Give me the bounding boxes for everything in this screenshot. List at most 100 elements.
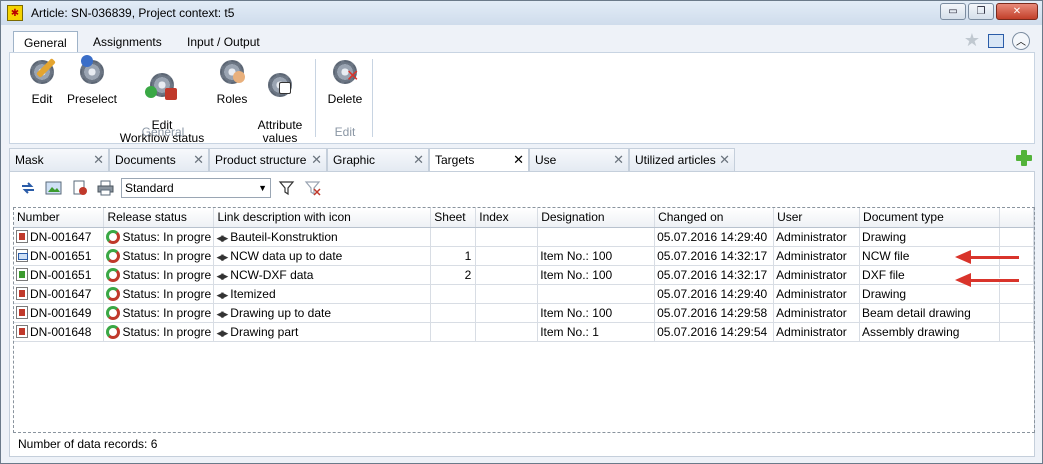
cell-document-type[interactable]: Assembly drawing <box>859 322 1000 342</box>
cell-user[interactable]: Administrator <box>773 246 861 266</box>
image-icon[interactable] <box>45 180 63 196</box>
cell-user[interactable]: Administrator <box>773 265 861 285</box>
window-layout-icon[interactable] <box>988 33 1004 48</box>
print-icon[interactable] <box>97 180 115 196</box>
filter-icon[interactable] <box>278 180 296 196</box>
column-header-number[interactable]: Number <box>14 208 105 228</box>
column-header-designation[interactable]: Designation <box>537 208 656 228</box>
cell-link-description[interactable]: ◀▶ Bauteil-Konstruktion <box>213 227 432 247</box>
cell-sheet[interactable]: 1 <box>430 246 477 266</box>
cell-designation[interactable]: Item No.: 1 <box>537 322 656 342</box>
close-tab-icon[interactable]: ✕ <box>613 149 624 171</box>
maximize-button[interactable]: ❐ <box>968 3 994 20</box>
tab-graphic[interactable]: Graphic ✕ <box>327 148 429 171</box>
cell-document-type[interactable]: Drawing <box>859 227 1000 247</box>
cell-user[interactable]: Administrator <box>773 227 861 247</box>
column-header-release-status[interactable]: Release status <box>103 208 215 228</box>
tab-mask[interactable]: Mask ✕ <box>9 148 109 171</box>
column-header-user[interactable]: User <box>773 208 861 228</box>
tab-use[interactable]: Use ✕ <box>529 148 629 171</box>
tab-product-structure[interactable]: Product structure ✕ <box>209 148 327 171</box>
cell-link-description[interactable]: ◀▶ NCW data up to date <box>213 246 432 266</box>
tab-targets[interactable]: Targets ✕ <box>429 148 529 171</box>
cell-sheet[interactable] <box>430 303 477 323</box>
tab-utilized-articles[interactable]: Utilized articles ✕ <box>629 148 735 171</box>
cell-changed-on[interactable]: 05.07.2016 14:32:17 <box>654 246 775 266</box>
close-tab-icon[interactable]: ✕ <box>93 149 104 171</box>
cell-release-status[interactable]: Status: In progre <box>103 322 215 342</box>
table-row[interactable]: DN-001649 Status: In progre ◀▶ Drawing up t… <box>14 303 1035 323</box>
cell-link-description[interactable]: ◀▶ NCW-DXF data <box>213 265 432 285</box>
table-row[interactable]: DN-001651 Status: In progre ◀▶ NCW-DXF data… <box>14 265 1035 285</box>
tab-documents[interactable]: Documents ✕ <box>109 148 209 171</box>
table-row[interactable]: DN-001647 Status: In progre ◀▶ Bauteil-Kons… <box>14 227 1035 247</box>
column-header-sheet[interactable]: Sheet <box>430 208 477 228</box>
cell-release-status[interactable]: Status: In progre <box>103 246 215 266</box>
cell-changed-on[interactable]: 05.07.2016 14:29:40 <box>654 284 775 304</box>
cell-index[interactable] <box>475 265 539 285</box>
add-tab-icon[interactable] <box>1015 149 1033 167</box>
collapse-ribbon-icon[interactable]: ︿ <box>1012 31 1030 50</box>
close-tab-icon[interactable]: ✕ <box>513 149 524 171</box>
cell-sheet[interactable] <box>430 322 477 342</box>
cell-changed-on[interactable]: 05.07.2016 14:29:40 <box>654 227 775 247</box>
cell-release-status[interactable]: Status: In progre <box>103 284 215 304</box>
cell-link-description[interactable]: ◀▶ Drawing part <box>213 322 432 342</box>
delete-button[interactable]: ✕ Delete <box>323 57 367 106</box>
table-row[interactable]: DN-001647 Status: In progre ◀▶ Itemized 05.0… <box>14 284 1035 304</box>
roles-button[interactable]: Roles <box>212 57 252 106</box>
cell-number[interactable]: DN-001651 <box>14 246 105 266</box>
cell-link-description[interactable]: ◀▶ Drawing up to date <box>213 303 432 323</box>
clear-filter-icon[interactable] <box>304 180 322 196</box>
cell-release-status[interactable]: Status: In progre <box>103 303 215 323</box>
cell-sheet[interactable] <box>430 227 477 247</box>
minimize-button[interactable]: ▭ <box>940 3 966 20</box>
refresh-icon[interactable] <box>19 180 37 196</box>
cell-number[interactable]: DN-001647 <box>14 227 105 247</box>
cell-number[interactable]: DN-001649 <box>14 303 105 323</box>
cell-designation[interactable] <box>537 227 656 247</box>
view-select[interactable]: Standard ▼ <box>121 178 271 198</box>
delete-document-icon[interactable] <box>71 180 89 196</box>
cell-changed-on[interactable]: 05.07.2016 14:29:58 <box>654 303 775 323</box>
cell-designation[interactable]: Item No.: 100 <box>537 303 656 323</box>
tab-assignments[interactable]: Assignments <box>83 31 172 53</box>
cell-user[interactable]: Administrator <box>773 284 861 304</box>
edit-button[interactable]: Edit <box>24 57 60 106</box>
cell-number[interactable]: DN-001647 <box>14 284 105 304</box>
star-icon[interactable]: ★ <box>964 30 980 51</box>
column-header-index[interactable]: Index <box>475 208 539 228</box>
cell-index[interactable] <box>475 322 539 342</box>
close-tab-icon[interactable]: ✕ <box>719 149 730 171</box>
column-header-document-type[interactable]: Document type <box>859 208 1000 228</box>
cell-link-description[interactable]: ◀▶ Itemized <box>213 284 432 304</box>
cell-designation[interactable] <box>537 284 656 304</box>
cell-document-type[interactable]: Beam detail drawing <box>859 303 1000 323</box>
column-header-link-description[interactable]: Link description with icon <box>213 208 432 228</box>
cell-changed-on[interactable]: 05.07.2016 14:32:17 <box>654 265 775 285</box>
cell-user[interactable]: Administrator <box>773 322 861 342</box>
cell-index[interactable] <box>475 246 539 266</box>
close-tab-icon[interactable]: ✕ <box>413 149 424 171</box>
edit-workflow-status-button[interactable]: Edit Workflow status <box>118 57 206 158</box>
attribute-values-button[interactable]: Attribute values <box>254 57 306 158</box>
tab-input-output[interactable]: Input / Output <box>177 31 270 53</box>
preselect-button[interactable]: Preselect <box>64 55 120 106</box>
table-row[interactable]: DN-001648 Status: In progre ◀▶ Drawing part… <box>14 322 1035 342</box>
tab-general[interactable]: General <box>13 31 78 53</box>
cell-number[interactable]: DN-001648 <box>14 322 105 342</box>
close-tab-icon[interactable]: ✕ <box>193 149 204 171</box>
cell-sheet[interactable]: 2 <box>430 265 477 285</box>
close-tab-icon[interactable]: ✕ <box>311 149 322 171</box>
cell-number[interactable]: DN-001651 <box>14 265 105 285</box>
cell-sheet[interactable] <box>430 284 477 304</box>
cell-index[interactable] <box>475 303 539 323</box>
cell-index[interactable] <box>475 227 539 247</box>
close-button[interactable]: ✕ <box>996 3 1038 20</box>
table-row[interactable]: DN-001651 Status: In progre ◀▶ NCW data up … <box>14 246 1035 266</box>
cell-index[interactable] <box>475 284 539 304</box>
cell-changed-on[interactable]: 05.07.2016 14:29:54 <box>654 322 775 342</box>
cell-release-status[interactable]: Status: In progre <box>103 265 215 285</box>
cell-release-status[interactable]: Status: In progre <box>103 227 215 247</box>
cell-user[interactable]: Administrator <box>773 303 861 323</box>
